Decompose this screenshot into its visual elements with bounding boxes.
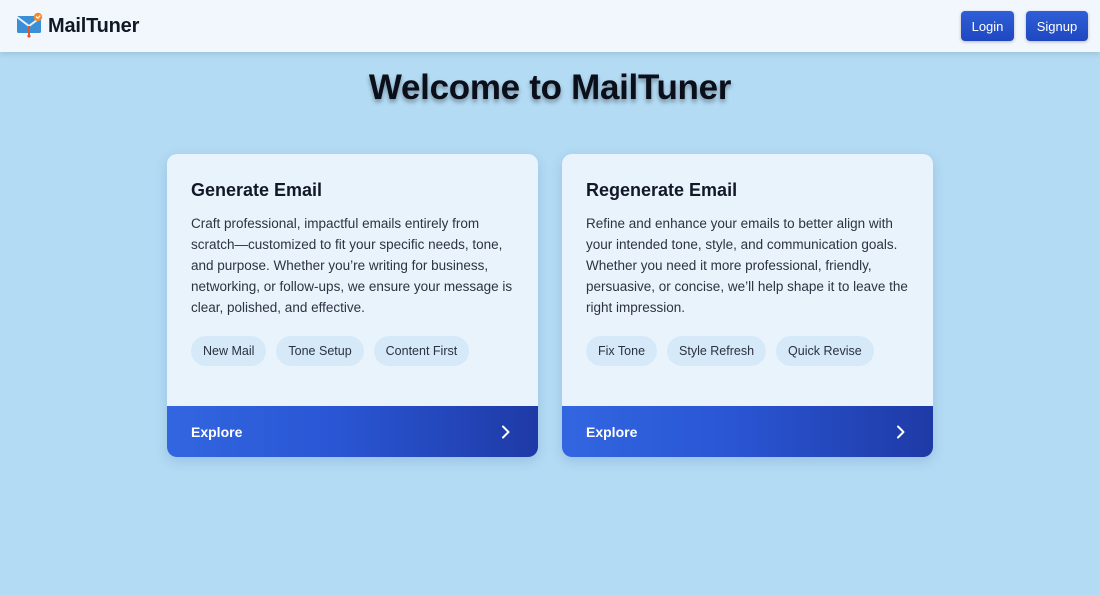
tag-list: Fix Tone Style Refresh Quick Revise bbox=[586, 336, 909, 366]
chevron-right-icon bbox=[895, 425, 907, 439]
brand[interactable]: MailTuner bbox=[16, 10, 139, 43]
tag-chip: Content First bbox=[373, 336, 470, 366]
tag-chip: Style Refresh bbox=[667, 336, 767, 366]
generate-email-card: Generate Email Craft professional, impac… bbox=[167, 154, 538, 457]
brand-name: MailTuner bbox=[48, 14, 140, 37]
explore-label: Explore bbox=[191, 423, 243, 440]
navbar: MailTuner Login Signup bbox=[0, 0, 1100, 52]
card-description: Refine and enhance your emails to better… bbox=[586, 216, 908, 315]
tag-list: New Mail Tone Setup Content First bbox=[191, 336, 514, 366]
tag-chip: Fix Tone bbox=[586, 336, 658, 366]
explore-label: Explore bbox=[586, 423, 638, 440]
mail-logo-icon bbox=[16, 10, 44, 43]
nav-actions: Login Signup bbox=[961, 11, 1088, 41]
card-description: Craft professional, impactful emails ent… bbox=[191, 216, 513, 315]
tag-chip: Tone Setup bbox=[276, 336, 364, 366]
login-button[interactable]: Login bbox=[961, 11, 1014, 41]
regenerate-email-card: Regenerate Email Refine and enhance your… bbox=[562, 154, 933, 457]
chevron-right-icon bbox=[500, 425, 512, 439]
explore-button[interactable]: Explore bbox=[167, 406, 538, 457]
explore-button[interactable]: Explore bbox=[562, 406, 933, 457]
tag-chip: Quick Revise bbox=[776, 336, 874, 366]
tag-chip: New Mail bbox=[191, 336, 267, 366]
card-title: Regenerate Email bbox=[586, 180, 738, 200]
page-title: Welcome to MailTuner bbox=[368, 68, 732, 107]
card-body: Generate Email Craft professional, impac… bbox=[167, 154, 538, 406]
card-title: Generate Email bbox=[191, 180, 323, 200]
card-body: Regenerate Email Refine and enhance your… bbox=[562, 154, 933, 406]
signup-button[interactable]: Signup bbox=[1026, 11, 1088, 41]
